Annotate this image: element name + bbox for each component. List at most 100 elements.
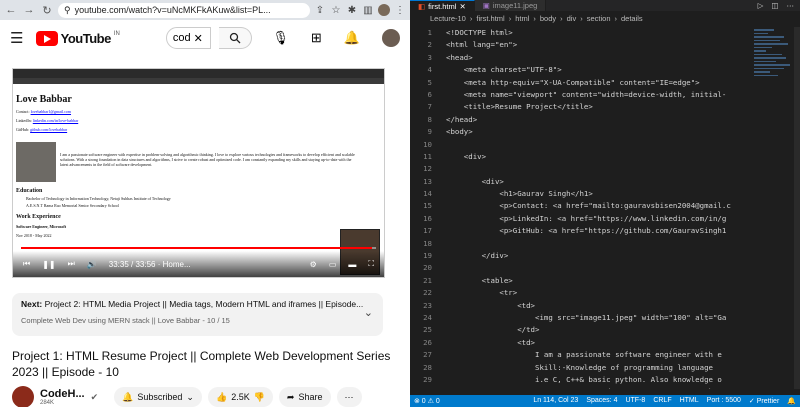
code-line[interactable]: 4 <meta charset="UTF-8"> bbox=[410, 64, 750, 76]
code-line[interactable]: 10 bbox=[410, 139, 750, 151]
code-line[interactable]: 27 I am a passionate software engineer w… bbox=[410, 349, 750, 361]
problems-indicator[interactable]: ⊗ 0 ⚠ 0 bbox=[414, 397, 440, 405]
miniplayer-icon[interactable]: ▭ bbox=[329, 260, 337, 269]
line-text: <head> bbox=[446, 52, 473, 62]
bookmark-star-icon[interactable]: ☆ bbox=[330, 4, 342, 16]
code-line[interactable]: 23 <td> bbox=[410, 300, 750, 312]
code-line[interactable]: 17 <p>GitHub: <a href="https://github.co… bbox=[410, 225, 750, 237]
extensions-icon[interactable]: ✱ bbox=[346, 4, 358, 16]
like-button[interactable]: 👍 2.5K 👎 bbox=[207, 387, 273, 407]
share-button[interactable]: ➦ Share bbox=[278, 387, 331, 407]
more-actions-button[interactable]: ⋯ bbox=[336, 387, 362, 407]
settings-gear-icon[interactable]: ⚙ bbox=[310, 260, 317, 269]
prettier-status[interactable]: ✓ Prettier bbox=[749, 397, 779, 405]
share-page-icon[interactable]: ⇪ bbox=[314, 4, 326, 16]
encoding[interactable]: UTF-8 bbox=[625, 397, 645, 405]
tab-image11[interactable]: ▣ image11.jpeg bbox=[474, 0, 547, 11]
clear-search-icon[interactable]: ✕ bbox=[194, 32, 203, 45]
code-line[interactable]: 18 bbox=[410, 238, 750, 250]
subscribe-button[interactable]: 🔔 Subscribed ⌄ bbox=[114, 387, 202, 407]
live-server-port[interactable]: Port : 5500 bbox=[707, 397, 741, 405]
cursor-position[interactable]: Ln 114, Col 23 bbox=[533, 397, 578, 405]
account-avatar[interactable] bbox=[382, 29, 400, 47]
hamburger-menu-icon[interactable]: ☰ bbox=[10, 29, 28, 47]
code-line[interactable]: 22 <tr> bbox=[410, 287, 750, 299]
thumbs-down-icon[interactable]: 👎 bbox=[254, 392, 265, 403]
code-line[interactable]: 7 <title>Resume Project</title> bbox=[410, 101, 750, 113]
code-editor[interactable]: 1 <!DOCTYPE html> 2 <html lang="en"> 3 <head>… bbox=[410, 27, 750, 389]
pause-icon[interactable]: ❚❚ bbox=[42, 260, 55, 269]
indentation[interactable]: Spaces: 4 bbox=[586, 397, 617, 405]
code-line[interactable]: 1 <!DOCTYPE html> bbox=[410, 27, 750, 39]
back-icon[interactable]: ← bbox=[4, 3, 18, 17]
breadcrumb-item[interactable]: section bbox=[587, 14, 611, 23]
line-number: 19 bbox=[423, 251, 432, 261]
code-line[interactable]: 20 bbox=[410, 262, 750, 274]
address-bar[interactable]: ⚲ youtube.com/watch?v=uNcMKFkAKuw&list=P… bbox=[58, 2, 310, 18]
code-line[interactable]: 5 <meta http-equiv="X-UA-Compatible" con… bbox=[410, 77, 750, 89]
video-player[interactable]: Love Babbar Contact: lovebabbar1@gmail.c… bbox=[12, 68, 385, 278]
previous-icon[interactable]: ⏮ bbox=[23, 259, 30, 269]
microphone-icon[interactable]: 🎙 bbox=[272, 30, 289, 46]
code-line[interactable]: 15 <p>Contact: <a href="mailto:gauravsbi… bbox=[410, 200, 750, 212]
reload-icon[interactable]: ↻ bbox=[40, 3, 54, 17]
code-line[interactable]: 25 </td> bbox=[410, 324, 750, 336]
youtube-logo[interactable]: YouTube IN bbox=[35, 30, 120, 46]
search-input[interactable]: cod ✕ bbox=[165, 27, 212, 49]
forward-icon[interactable]: → bbox=[22, 3, 36, 17]
code-line[interactable]: 29 i.e C, C++& basic python. Also knowle… bbox=[410, 374, 750, 386]
code-line[interactable]: 19 </div> bbox=[410, 250, 750, 262]
code-line[interactable]: 8 </head> bbox=[410, 114, 750, 126]
browser-menu-icon[interactable]: ⋮ bbox=[394, 4, 406, 16]
code-line[interactable]: 24 <img src="image11.jpeg" width="100" a… bbox=[410, 312, 750, 324]
code-line[interactable]: 30 DBMS,OOPS, OS and CN , HTML, CSS & JS… bbox=[410, 386, 750, 389]
theater-mode-icon[interactable]: ▬ bbox=[348, 260, 356, 269]
editor-actions: ▷ ◫ ⋯ bbox=[752, 0, 800, 11]
chevron-down-icon[interactable]: ⌄ bbox=[364, 306, 373, 319]
line-endings[interactable]: CRLF bbox=[653, 397, 671, 405]
fullscreen-icon[interactable]: ⛶ bbox=[368, 259, 374, 269]
code-line[interactable]: 11 <div> bbox=[410, 151, 750, 163]
breadcrumb-item[interactable]: div bbox=[567, 14, 577, 23]
channel-avatar[interactable] bbox=[12, 386, 34, 407]
close-icon[interactable]: ✕ bbox=[459, 2, 465, 11]
video-progress-bar[interactable] bbox=[21, 247, 376, 249]
code-line[interactable]: 2 <html lang="en"> bbox=[410, 39, 750, 51]
code-line[interactable]: 14 <h1>Gaurav Singh</h1> bbox=[410, 188, 750, 200]
tab-first-html[interactable]: ◧ first.html ✕ bbox=[410, 0, 475, 11]
breadcrumb-item[interactable]: details bbox=[621, 14, 643, 23]
minimap[interactable] bbox=[750, 27, 800, 217]
sidepanel-icon[interactable]: ▥ bbox=[362, 4, 374, 16]
next-video-card[interactable]: Next: Project 2: HTML Media Project || M… bbox=[12, 293, 383, 336]
code-line[interactable]: 28 Skill:-Knowledge of programming langu… bbox=[410, 362, 750, 374]
run-icon[interactable]: ▷ bbox=[758, 1, 764, 10]
editor-scrollbar[interactable] bbox=[794, 27, 800, 389]
code-line[interactable]: 3 <head> bbox=[410, 52, 750, 64]
line-text: Skill:-Knowledge of programming language bbox=[446, 362, 713, 372]
breadcrumb-item[interactable]: body bbox=[540, 14, 556, 23]
code-line[interactable]: 12 bbox=[410, 163, 750, 175]
line-text: <h1>Gaurav Singh</h1> bbox=[446, 189, 593, 199]
code-line[interactable]: 16 <p>LinkedIn: <a href="https://www.lin… bbox=[410, 213, 750, 225]
code-line[interactable]: 9 <body> bbox=[410, 126, 750, 138]
code-line[interactable]: 6 <meta name="viewport" content="width=d… bbox=[410, 89, 750, 101]
code-line[interactable]: 21 <table> bbox=[410, 275, 750, 287]
notifications-icon[interactable]: 🔔 bbox=[787, 397, 796, 405]
notifications-bell-icon[interactable]: 🔔 bbox=[344, 30, 360, 46]
language-mode[interactable]: HTML bbox=[680, 397, 699, 405]
site-info-icon[interactable]: ⚲ bbox=[64, 5, 71, 16]
search-button[interactable] bbox=[219, 27, 253, 49]
breadcrumb-item[interactable]: Lecture-10 bbox=[430, 14, 466, 23]
code-line[interactable]: 13 <div> bbox=[410, 176, 750, 188]
next-icon[interactable]: ⏭ bbox=[68, 259, 75, 269]
volume-icon[interactable]: 🔊 bbox=[87, 260, 97, 269]
breadcrumb-item[interactable]: first.html bbox=[476, 14, 504, 23]
create-video-icon[interactable]: ⊞ bbox=[311, 30, 322, 46]
split-editor-icon[interactable]: ◫ bbox=[771, 1, 778, 10]
code-line[interactable]: 26 <td> bbox=[410, 337, 750, 349]
profile-avatar[interactable] bbox=[378, 4, 390, 16]
breadcrumb-item[interactable]: html bbox=[515, 14, 529, 23]
line-number: 18 bbox=[423, 238, 432, 248]
channel-name[interactable]: CodeH... bbox=[40, 388, 85, 400]
more-icon[interactable]: ⋯ bbox=[787, 1, 795, 10]
